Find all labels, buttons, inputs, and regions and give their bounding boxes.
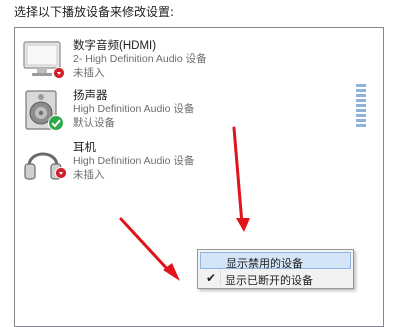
context-menu: 显示禁用的设备 ✔ 显示已断开的设备 xyxy=(197,249,354,289)
menu-item-show-disconnected[interactable]: ✔ 显示已断开的设备 xyxy=(200,270,351,287)
menu-item-label: 显示禁用的设备 xyxy=(226,257,303,270)
unplugged-badge-icon xyxy=(55,167,67,179)
device-status: 未插入 xyxy=(73,67,105,79)
device-description: High Definition Audio 设备 xyxy=(73,103,195,115)
device-status: 默认设备 xyxy=(73,117,115,129)
device-description: 2- High Definition Audio 设备 xyxy=(73,53,207,65)
menu-item-show-disabled[interactable]: 显示禁用的设备 xyxy=(200,252,351,270)
unplugged-badge-icon xyxy=(53,67,65,79)
menu-item-label: 显示已断开的设备 xyxy=(225,274,313,287)
device-item-hdmi[interactable]: 数字音频(HDMI) 2- High Definition Audio 设备 未… xyxy=(15,36,315,86)
volume-level-meter xyxy=(356,84,366,127)
device-status: 未插入 xyxy=(73,169,105,181)
header-text: 选择以下播放设备来修改设置: xyxy=(14,5,175,19)
checkmark-icon: ✔ xyxy=(206,271,217,285)
device-item-headphones[interactable]: 耳机 High Definition Audio 设备 未插入 xyxy=(15,138,315,188)
device-description: High Definition Audio 设备 xyxy=(73,155,195,167)
default-check-badge-icon xyxy=(48,115,64,131)
device-item-speakers[interactable]: 扬声器 High Definition Audio 设备 默认设备 xyxy=(15,86,315,136)
